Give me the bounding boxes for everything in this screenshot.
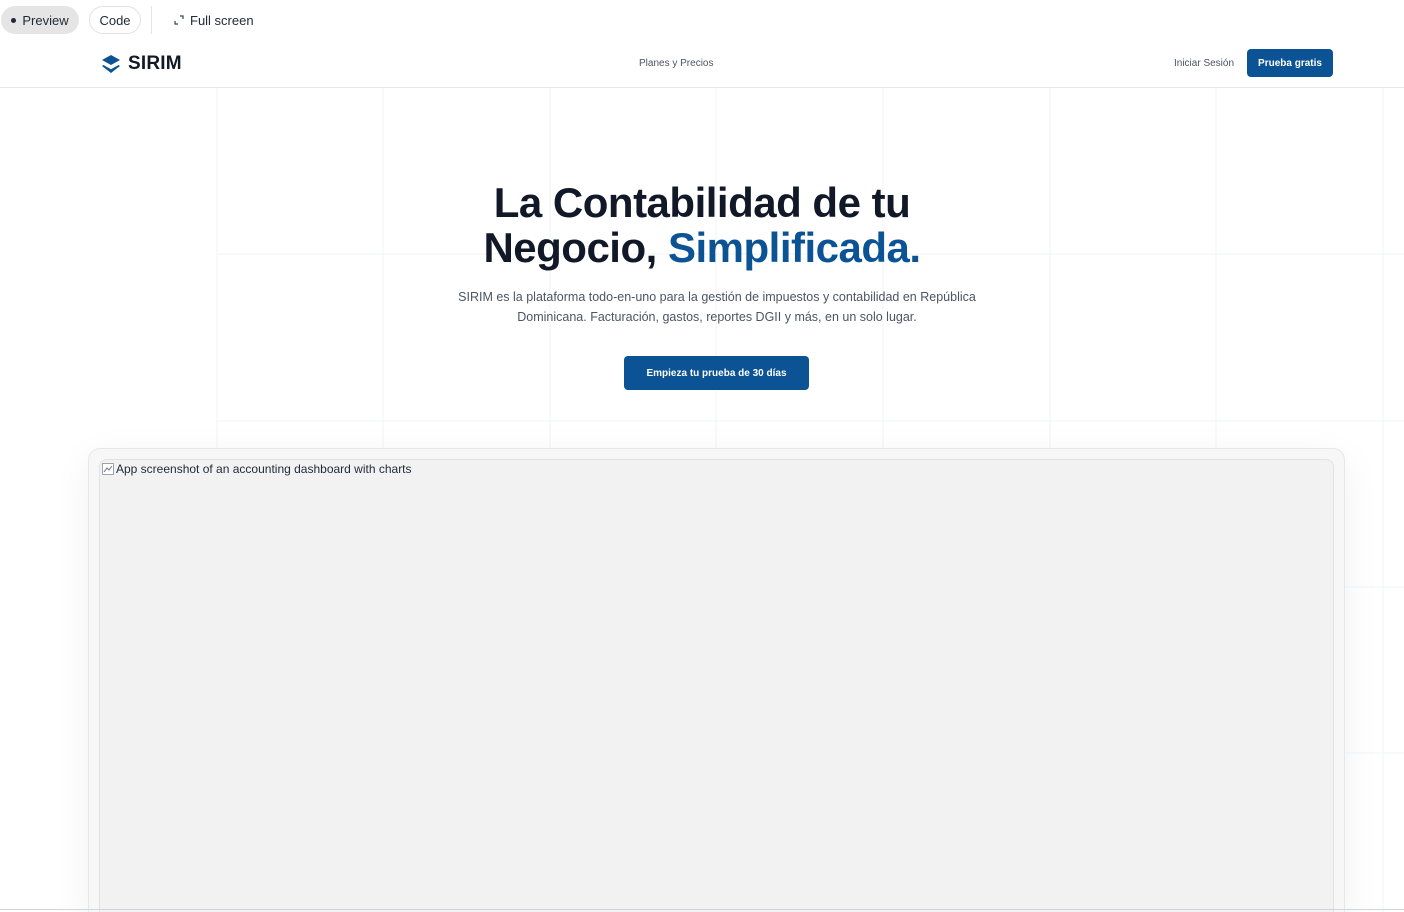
expand-icon (174, 15, 184, 25)
layered-diamond-logo-icon (102, 55, 120, 73)
hero-title-line1: La Contabilidad de tu (493, 179, 911, 226)
preview-label: Preview (22, 12, 69, 28)
active-dot-icon (11, 17, 17, 23)
hero-title-accent: Simplificada. (667, 224, 921, 271)
dashboard-screenshot: App screenshot of an accounting dashboar… (99, 459, 1334, 912)
viewport-bottom-border (0, 909, 1404, 910)
fullscreen-button[interactable]: Full screen (170, 6, 256, 34)
start-trial-button[interactable]: Empieza tu prueba de 30 días (624, 356, 809, 390)
free-trial-button[interactable]: Prueba gratis (1247, 49, 1333, 77)
nav-link-pricing[interactable]: Planes y Precios (639, 58, 713, 69)
toolbar-divider (151, 6, 152, 34)
site-header: SIRIM Planes y Precios Iniciar Sesión Pr… (0, 40, 1404, 88)
broken-image-placeholder: App screenshot of an accounting dashboar… (102, 462, 412, 476)
hero-title: La Contabilidad de tu Negocio, Simplific… (0, 180, 1404, 270)
fullscreen-label: Full screen (190, 12, 254, 28)
brand-logo[interactable]: SIRIM (101, 53, 182, 75)
code-label: Code (99, 12, 131, 28)
code-tab[interactable]: Code (89, 6, 141, 34)
preview-tab[interactable]: Preview (1, 6, 79, 34)
editor-toolbar: Preview Code Full screen (0, 0, 1404, 40)
image-alt-text: App screenshot of an accounting dashboar… (116, 462, 412, 476)
hero-title-line2: Negocio, (483, 224, 657, 271)
broken-image-icon (102, 463, 114, 475)
nav-link-login[interactable]: Iniciar Sesión (1174, 58, 1234, 69)
hero-subtitle: SIRIM es la plataforma todo-en-uno para … (458, 290, 976, 324)
brand-name: SIRIM (128, 53, 182, 74)
screenshot-frame: App screenshot of an accounting dashboar… (88, 448, 1345, 912)
